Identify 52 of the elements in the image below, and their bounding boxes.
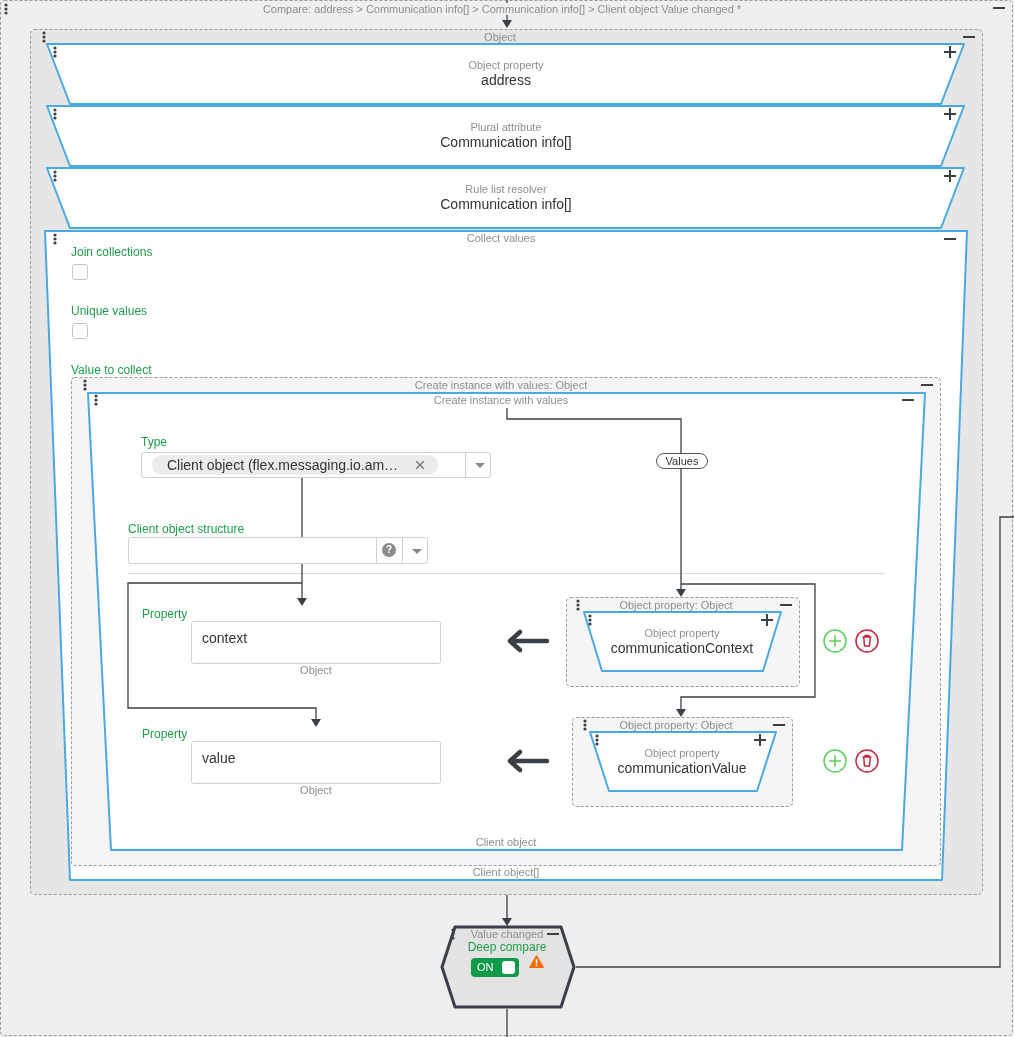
field-caption: Object [300, 784, 332, 796]
option-label: Unique values [71, 304, 148, 318]
plus-icon[interactable] [754, 734, 766, 746]
left-arrow-icon [507, 749, 550, 773]
checkbox[interactable] [72, 323, 88, 339]
field-label: Client object structure [128, 522, 245, 536]
field-label: Value to collect [71, 363, 152, 377]
trash-icon[interactable] [855, 749, 879, 773]
node-caption: Object property [644, 747, 720, 759]
option-label: Deep compare [467, 940, 547, 954]
node-caption: Object property [644, 627, 720, 639]
group-title: Create instance with values: Object [414, 379, 588, 391]
node-title: Collect values [466, 232, 536, 244]
node-title: Value changed [470, 928, 544, 940]
node-value: address [481, 72, 531, 88]
node-value: communicationValue [617, 760, 747, 776]
group-title: Object [484, 31, 516, 43]
option-label: Join collections [71, 245, 153, 259]
group-title: Object property: Object [619, 719, 733, 731]
field-caption: Object [300, 664, 332, 676]
connector [502, 894, 512, 926]
node-footer: Client object [475, 836, 537, 848]
node-value: Communication info[] [440, 196, 572, 212]
node-title: Create instance with values [433, 394, 569, 406]
node-caption: Rule list resolver [465, 183, 547, 195]
property-field[interactable]: context [191, 621, 441, 664]
node-caption: Plural attribute [470, 121, 542, 133]
caret-icon[interactable] [412, 549, 422, 554]
plus-icon[interactable] [944, 108, 956, 120]
group-title: Object property: Object [619, 599, 733, 611]
field-label: Property [142, 607, 188, 621]
checkbox[interactable] [72, 264, 88, 280]
node-footer: Client object[] [472, 866, 540, 878]
field-label: Type [141, 435, 167, 449]
left-arrow-icon [507, 629, 550, 653]
plus-icon[interactable] [944, 170, 956, 182]
caret-icon[interactable] [475, 463, 485, 468]
type-select[interactable]: Client object (flex.messaging.io.am… [141, 452, 491, 478]
property-field[interactable]: value [191, 741, 441, 784]
trash-icon[interactable] [855, 629, 879, 653]
plus-icon[interactable] [761, 614, 773, 626]
field-label: Property [142, 727, 188, 741]
node-caption: Object property [468, 59, 544, 71]
plus-icon[interactable] [944, 46, 956, 58]
canvas-title: Compare: address > Communication info[] > Communication info[] > Client object Value changed * [262, 3, 742, 15]
node-value: Communication info[] [440, 134, 572, 150]
connector-label: Values [656, 453, 708, 469]
close-icon[interactable] [416, 461, 424, 469]
connector [506, 1008, 508, 1037]
toggle-switch[interactable]: ON [471, 958, 519, 977]
node-value: communicationContext [610, 640, 754, 656]
chip-label: Client object (flex.messaging.io.am… [167, 457, 399, 473]
